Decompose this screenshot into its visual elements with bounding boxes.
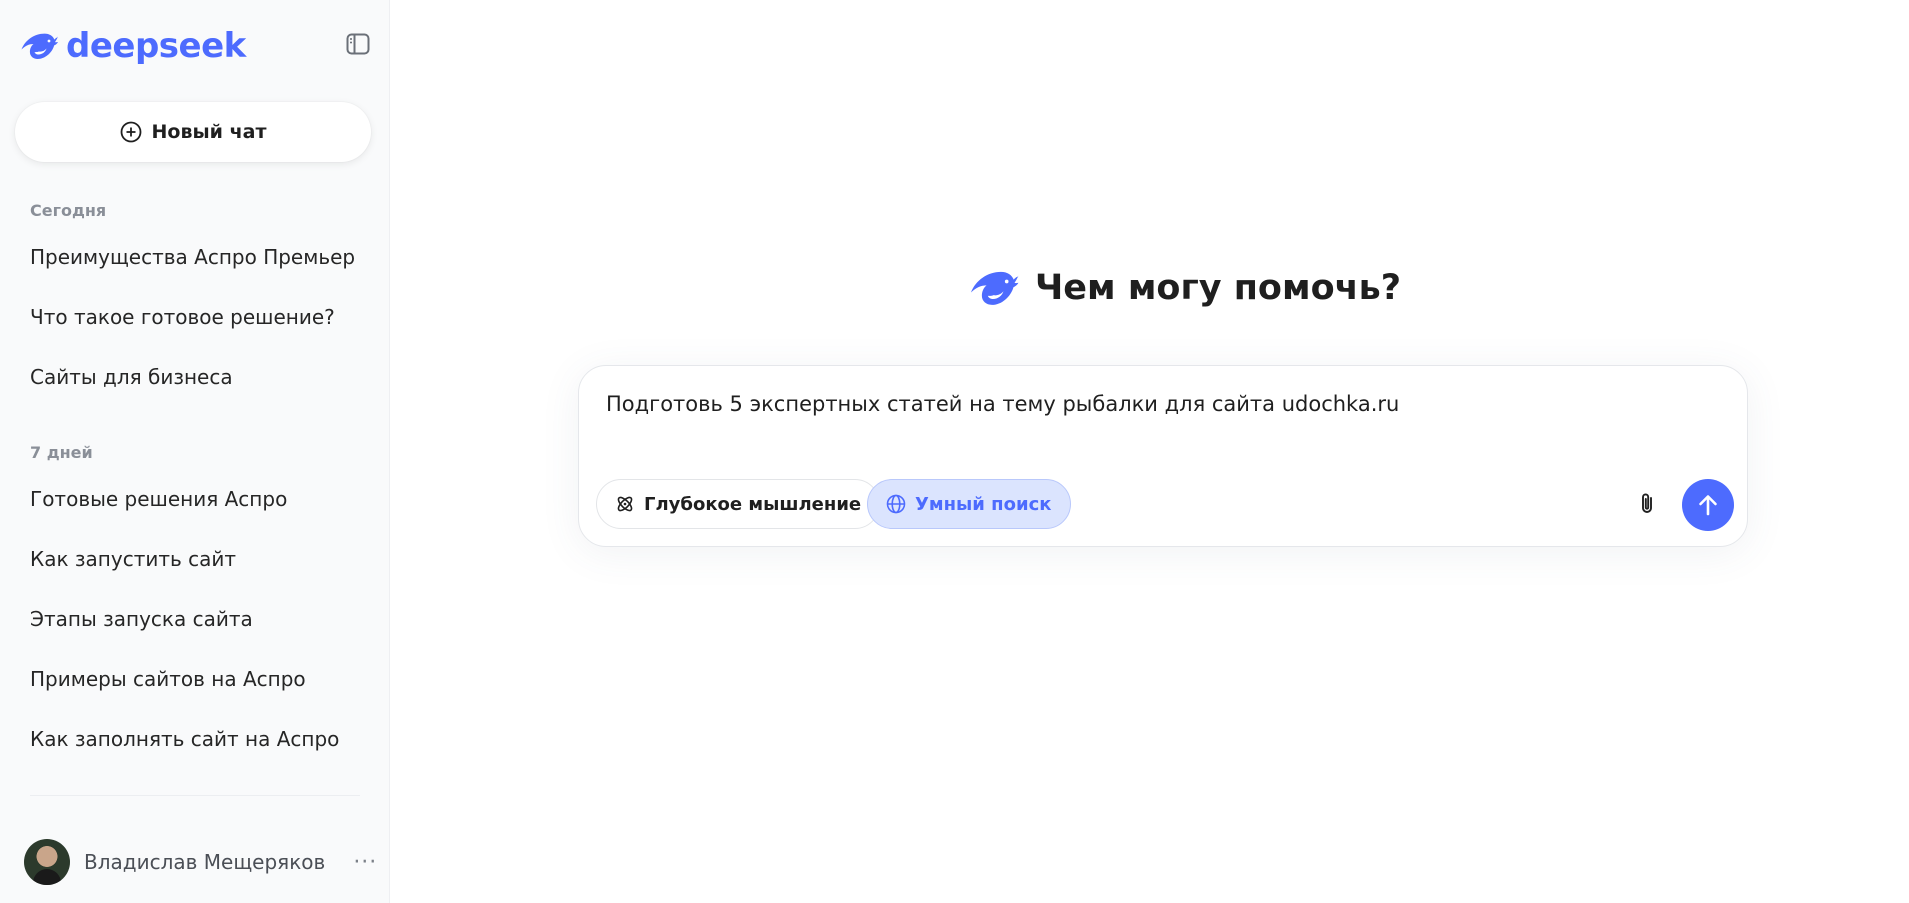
- section-label-7-days: 7 дней: [30, 443, 93, 462]
- sidebar: deepseek Новый чат Сегодня Преимущества …: [0, 0, 390, 903]
- globe-icon: [886, 494, 906, 514]
- main-area: Чем могу помочь? Подготовь 5 экспертных …: [391, 0, 1909, 903]
- send-button[interactable]: [1682, 479, 1734, 531]
- chat-item[interactable]: Преимущества Аспро Премьер: [30, 245, 355, 269]
- sidebar-divider: [30, 795, 360, 796]
- user-name: Владислав Мещеряков: [84, 850, 326, 874]
- whale-logo-icon: [970, 271, 1019, 305]
- logo-text: deepseek: [66, 26, 246, 66]
- smart-search-button[interactable]: Умный поиск: [867, 479, 1071, 529]
- sidebar-toggle-button[interactable]: [344, 30, 372, 58]
- message-composer[interactable]: Подготовь 5 экспертных статей на тему ры…: [578, 365, 1748, 547]
- greeting-title: Чем могу помочь?: [1035, 268, 1402, 308]
- chat-item[interactable]: Что такое готовое решение?: [30, 305, 335, 329]
- more-options-icon[interactable]: ···: [353, 850, 377, 875]
- chat-item[interactable]: Этапы запуска сайта: [30, 607, 253, 631]
- sidebar-toggle-icon: [346, 33, 370, 55]
- greeting: Чем могу помочь?: [969, 268, 1401, 308]
- smart-search-label: Умный поиск: [915, 493, 1052, 515]
- chat-item[interactable]: Как заполнять сайт на Аспро: [30, 727, 339, 751]
- paperclip-icon: [1642, 493, 1652, 513]
- chat-item[interactable]: Готовые решения Аспро: [30, 487, 287, 511]
- arrow-up-icon: [1699, 495, 1717, 516]
- section-label-today: Сегодня: [30, 201, 107, 220]
- avatar[interactable]: [24, 839, 70, 885]
- chat-item[interactable]: Сайты для бизнеса: [30, 365, 233, 389]
- new-chat-label: Новый чат: [151, 121, 267, 143]
- message-input[interactable]: Подготовь 5 экспертных статей на тему ры…: [606, 392, 1399, 416]
- new-chat-button[interactable]: Новый чат: [15, 102, 371, 162]
- chat-item[interactable]: Как запустить сайт: [30, 547, 236, 571]
- deep-think-button[interactable]: Глубокое мышление: [596, 479, 881, 529]
- plus-circle-icon: [120, 121, 141, 143]
- attach-button[interactable]: [1631, 488, 1663, 520]
- whale-logo-icon: [21, 33, 58, 59]
- atom-icon: [617, 496, 633, 512]
- chat-item[interactable]: Примеры сайтов на Аспро: [30, 667, 306, 691]
- deep-think-label: Глубокое мышление: [644, 493, 862, 515]
- logo[interactable]: deepseek: [20, 28, 246, 64]
- user-profile[interactable]: Владислав Мещеряков ···: [24, 838, 376, 886]
